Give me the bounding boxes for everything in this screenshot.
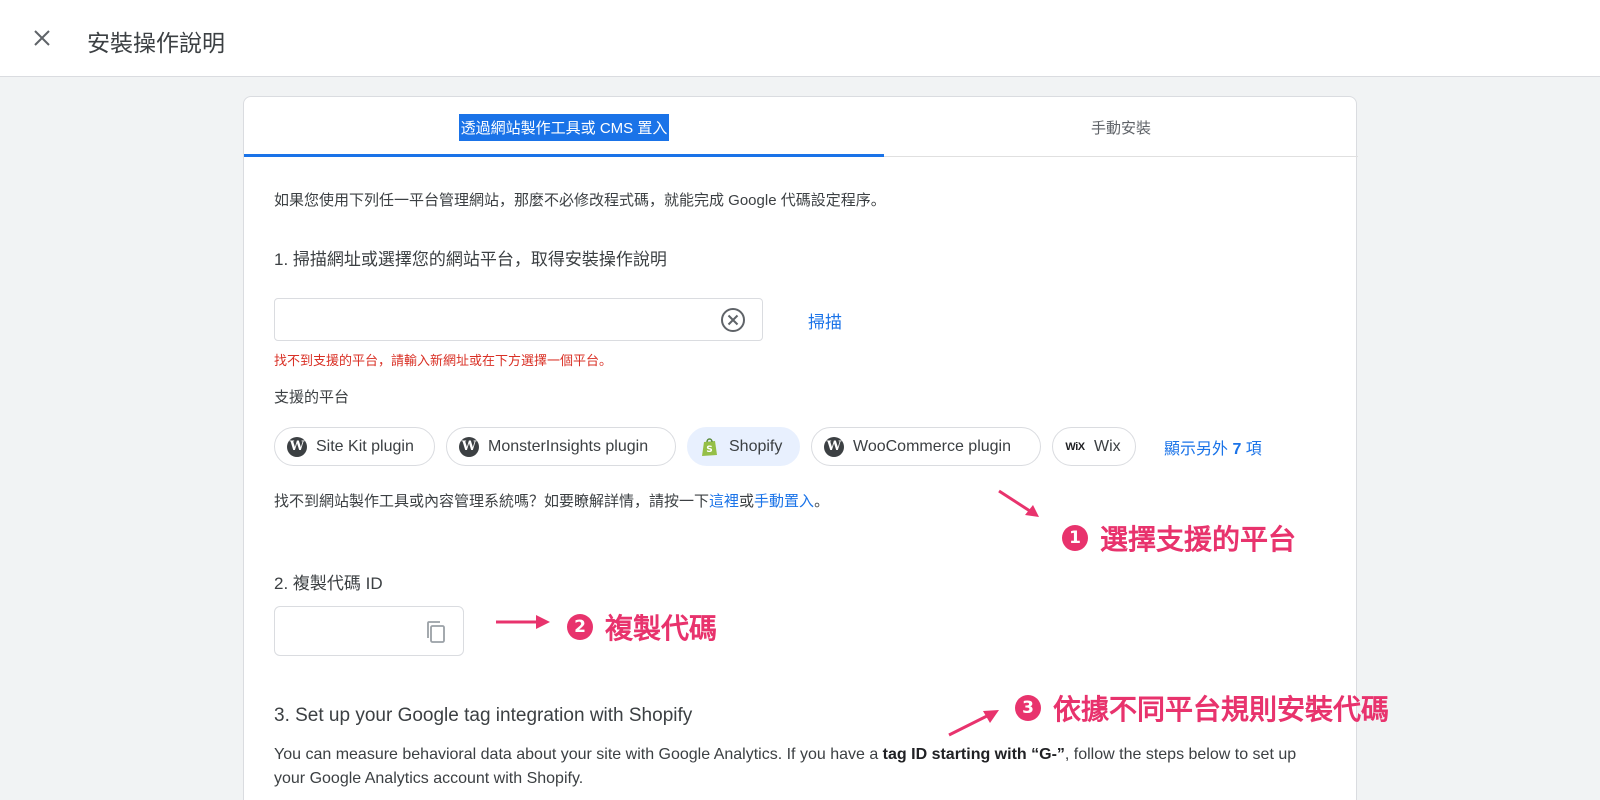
tab-bar: 透過網站製作工具或 CMS 置入 手動安裝 bbox=[244, 97, 1358, 157]
annotation-2-text: 複製代碼 bbox=[605, 613, 718, 644]
annotation-1: 1 選擇支援的平台 bbox=[1062, 518, 1296, 558]
show-more-prefix: 顯示另外 bbox=[1164, 441, 1233, 458]
annotation-arrow-2 bbox=[496, 615, 550, 629]
show-more-link[interactable]: 顯示另外 7 項 bbox=[1164, 435, 1262, 459]
annotation-arrow-1 bbox=[998, 489, 1039, 517]
chip-site-kit[interactable]: W Site Kit plugin bbox=[274, 427, 435, 466]
top-bar: 安裝操作說明 bbox=[0, 0, 1600, 77]
step2-title: 2. 複製代碼 ID bbox=[274, 574, 383, 593]
chip-label: Wix bbox=[1094, 437, 1121, 455]
wordpress-icon: W bbox=[824, 436, 844, 457]
step3-desc-bold: tag ID starting with “G-” bbox=[882, 746, 1065, 763]
help-middle: 或 bbox=[739, 493, 755, 510]
clear-icon[interactable] bbox=[720, 307, 746, 333]
page-title: 安裝操作說明 bbox=[87, 30, 225, 56]
tab-cms[interactable]: 透過網站製作工具或 CMS 置入 bbox=[244, 97, 884, 157]
step3-description: You can measure behavioral data about yo… bbox=[274, 743, 1314, 791]
help-text: 找不到網站製作工具或內容管理系統嗎？如要瞭解詳情，請按一下這裡或手動置入。 bbox=[274, 490, 829, 511]
chip-label: MonsterInsights plugin bbox=[488, 437, 649, 455]
step3-desc-prefix: You can measure behavioral data about yo… bbox=[274, 746, 883, 763]
step3-title: 3. Set up your Google tag integration wi… bbox=[274, 705, 693, 726]
manual-install-link[interactable]: 手動置入 bbox=[754, 493, 814, 510]
svg-text:S: S bbox=[706, 445, 712, 455]
close-icon bbox=[34, 30, 50, 46]
annotation-1-number: 1 bbox=[1062, 525, 1088, 551]
platforms-label: 支援的平台 bbox=[274, 389, 350, 406]
chip-woocommerce[interactable]: W WooCommerce plugin bbox=[811, 427, 1041, 466]
scan-button[interactable]: 掃描 bbox=[808, 308, 842, 333]
annotation-2-number: 2 bbox=[567, 614, 593, 640]
chip-label: WooCommerce plugin bbox=[853, 437, 1011, 455]
url-input[interactable] bbox=[285, 299, 705, 340]
help-suffix: 。 bbox=[814, 493, 830, 510]
chip-label: Site Kit plugin bbox=[316, 437, 414, 455]
chip-label: Shopify bbox=[729, 437, 783, 455]
annotation-1-text: 選擇支援的平台 bbox=[1100, 524, 1297, 555]
chip-monsterinsights[interactable]: W MonsterInsights plugin bbox=[446, 427, 676, 466]
tab-cms-label: 透過網站製作工具或 CMS 置入 bbox=[458, 113, 670, 141]
url-field[interactable] bbox=[274, 298, 763, 341]
intro-text: 如果您使用下列任一平台管理網站，那麼不必修改程式碼，就能完成 Google 代碼… bbox=[274, 192, 886, 209]
annotation-2: 2 複製代碼 bbox=[567, 607, 717, 647]
tab-manual-label: 手動安裝 bbox=[1090, 119, 1151, 137]
tag-id-field bbox=[274, 606, 464, 656]
here-link[interactable]: 這裡 bbox=[709, 493, 739, 510]
annotation-arrow-3 bbox=[948, 710, 999, 737]
error-message: 找不到支援的平台，請輸入新網址或在下方選擇一個平台。 bbox=[274, 353, 613, 368]
show-more-suffix: 項 bbox=[1241, 441, 1262, 458]
wordpress-icon: W bbox=[459, 436, 479, 457]
chip-wix[interactable]: WiX Wix bbox=[1052, 427, 1136, 466]
copy-icon[interactable] bbox=[423, 619, 449, 645]
close-button[interactable] bbox=[28, 24, 56, 52]
annotation-3: 3 依據不同平台規則安裝代碼 bbox=[1015, 688, 1389, 728]
chip-shopify[interactable]: S Shopify bbox=[687, 427, 800, 466]
annotation-3-text: 依據不同平台規則安裝代碼 bbox=[1053, 694, 1390, 725]
tab-indicator bbox=[244, 154, 884, 157]
step1-title: 1. 掃描網址或選擇您的網站平台，取得安裝操作說明 bbox=[274, 250, 667, 269]
tab-manual[interactable]: 手動安裝 bbox=[884, 97, 1358, 157]
help-prefix: 找不到網站製作工具或內容管理系統嗎？如要瞭解詳情，請按一下 bbox=[274, 493, 710, 510]
wordpress-icon: W bbox=[287, 436, 307, 457]
wix-icon: WiX bbox=[1065, 440, 1085, 453]
shopify-icon: S bbox=[700, 437, 720, 457]
annotation-3-number: 3 bbox=[1015, 695, 1041, 721]
